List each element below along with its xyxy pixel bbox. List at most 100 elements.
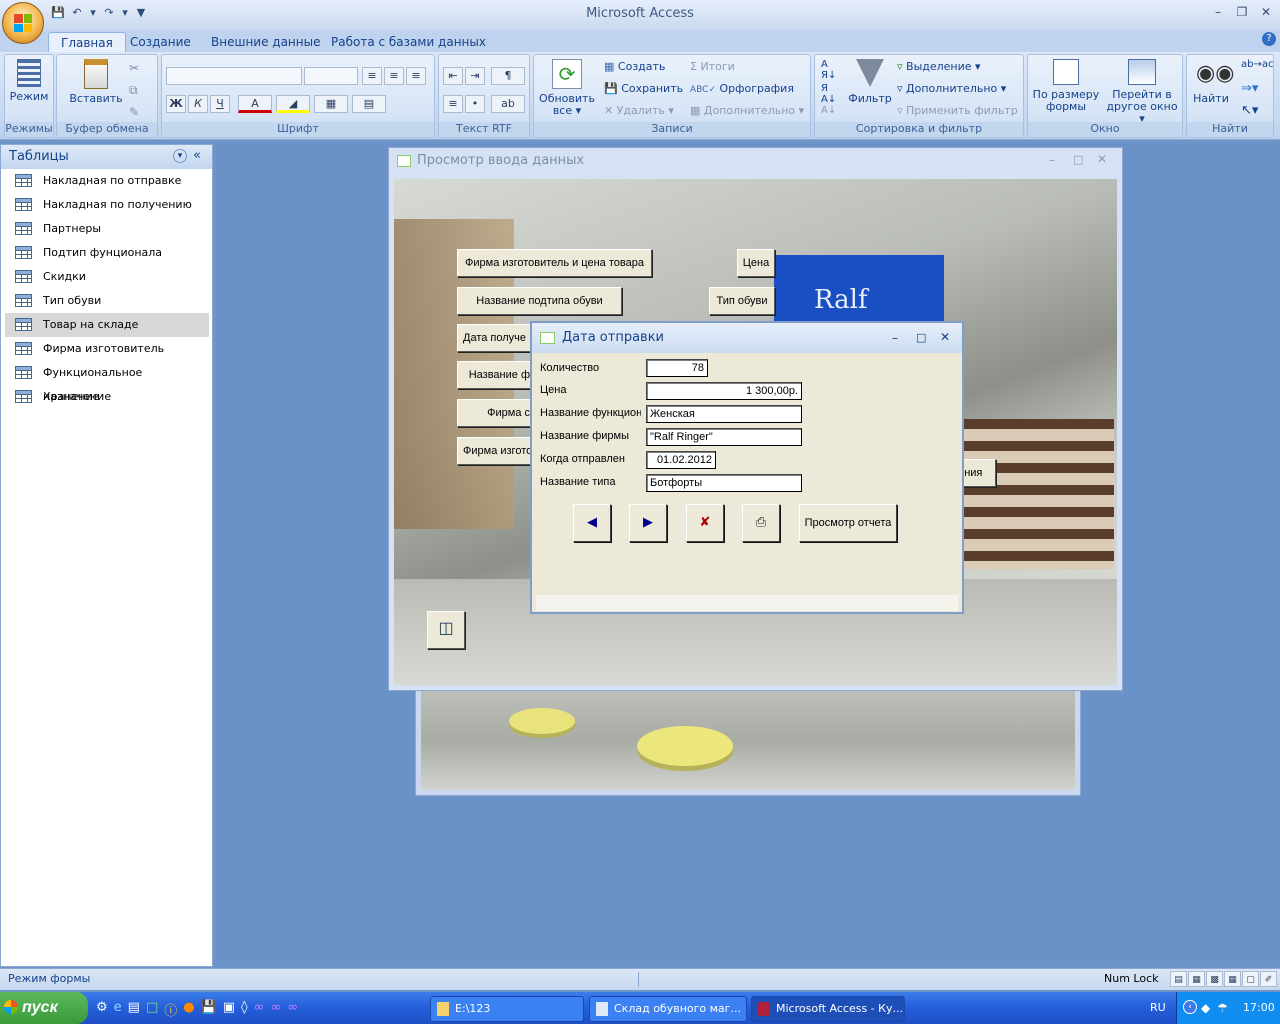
numbered-list-icon[interactable]: ≡ (443, 95, 463, 113)
app-icon[interactable]: □ (146, 1000, 158, 1019)
price-button[interactable]: Цена (737, 249, 775, 277)
nav-item-table[interactable]: Скидки (5, 265, 209, 289)
maximize-icon[interactable]: □ (1073, 153, 1083, 166)
italic-button[interactable]: К (188, 95, 208, 113)
paste-button[interactable]: Вставить (63, 59, 129, 105)
network-icon[interactable]: ◆ (1201, 992, 1210, 1024)
desktop-icon[interactable]: ▤ (128, 1000, 140, 1019)
nav-item-table-selected[interactable]: Товар на складе (5, 313, 209, 337)
clear-sort-icon[interactable]: A↓ (821, 105, 836, 116)
switch-window-button[interactable]: Перейти в другое окно ▾ (1102, 59, 1182, 125)
delete-record-button[interactable]: ✕ Удалить ▾ (604, 101, 674, 121)
decrease-indent-icon[interactable]: ⇤ (443, 67, 463, 85)
window-icon[interactable]: ▣ (223, 1000, 235, 1019)
sent-date-field[interactable]: 01.02.2012 (646, 451, 716, 469)
filter-button[interactable]: Фильтр (845, 59, 895, 105)
paragraph-icon[interactable]: ¶ (491, 67, 525, 85)
show-desktop-icon[interactable]: ⚙ (96, 1000, 108, 1019)
print-button[interactable]: ⎙ (742, 504, 780, 542)
sort-descending-icon[interactable]: Я A↓ (821, 83, 836, 105)
close-icon[interactable]: ✕ (1097, 152, 1107, 166)
gridlines-icon[interactable]: ▦ (314, 95, 348, 113)
selection-button[interactable]: ▿ Выделение ▾ (897, 57, 981, 77)
minimize-icon[interactable]: – (892, 331, 898, 345)
save-icon[interactable]: 💾 (50, 5, 66, 21)
apply-filter-button[interactable]: ▿ Применить фильтр (897, 101, 1018, 121)
firm-maker-button[interactable]: Фирма изгото (457, 437, 535, 465)
shipment-date-window[interactable]: Дата отправки – □ ✕ Количество 78 Цена 1… (530, 321, 964, 614)
report-preview-button[interactable]: Просмотр отчета (799, 504, 897, 542)
advanced-filter-button[interactable]: ▿ Дополнительно ▾ (897, 79, 1006, 99)
taskbar-item-folder[interactable]: E:\123 (430, 996, 584, 1022)
underline-button[interactable]: Ч (210, 95, 230, 113)
vs-icon[interactable]: ∞ (287, 1000, 298, 1019)
nav-item-table[interactable]: Хранение (5, 385, 209, 409)
bullet-list-icon[interactable]: • (465, 95, 485, 113)
nav-menu-icon[interactable]: ▾ (173, 149, 187, 163)
close-icon[interactable]: ✕ (1256, 5, 1276, 21)
maximize-icon[interactable]: □ (916, 331, 926, 344)
taskbar-item-store[interactable]: Склад обувного маг... (589, 996, 747, 1022)
previous-record-button[interactable]: ◀ (573, 504, 611, 542)
firm-button[interactable]: Фирма с (457, 399, 535, 427)
nav-item-table[interactable]: Партнеры (5, 217, 209, 241)
subtype-button[interactable]: Название подтипа обуви (457, 287, 622, 315)
sort-ascending-icon[interactable]: A Я↓ (821, 59, 836, 81)
nav-item-table[interactable]: Подтип фунционала (5, 241, 209, 265)
security-icon[interactable]: ☂ (1217, 992, 1228, 1024)
exit-button[interactable]: ◫ (427, 611, 465, 649)
find-button[interactable]: ◉◉ Найти (1189, 59, 1234, 105)
font-name-select[interactable] (166, 67, 302, 85)
delete-record-button[interactable]: ✘ (686, 504, 724, 542)
shoe-type-button[interactable]: Тип обуви (709, 287, 775, 315)
nav-item-table[interactable]: Функциональное назначение (5, 361, 209, 403)
fit-form-button[interactable]: По размеру формы (1030, 59, 1102, 113)
name-f-button[interactable]: Название ф (457, 361, 535, 389)
mode-button[interactable]: Режим (7, 59, 51, 103)
price-field[interactable]: 1 300,00р. (646, 382, 802, 400)
undo-icon[interactable]: ↶ (69, 5, 85, 21)
quantity-field[interactable]: 78 (646, 359, 708, 377)
nav-item-table[interactable]: Накладная по получению (5, 193, 209, 217)
align-center-icon[interactable]: ≡ (384, 67, 404, 85)
totals-button[interactable]: Σ Итоги (690, 57, 735, 77)
clock[interactable]: 17:00 (1243, 992, 1275, 1024)
ie-icon[interactable]: e (114, 1000, 122, 1019)
refresh-all-button[interactable]: ⟳ Обновить все ▾ (536, 59, 598, 117)
redo-icon[interactable]: ↷ (101, 5, 117, 21)
received-date-button[interactable]: Дата получе (457, 324, 535, 352)
font-size-select[interactable] (304, 67, 358, 85)
more-records-button[interactable]: ▦ Дополнительно ▾ (690, 101, 804, 121)
tab-database-tools[interactable]: Работа с базами данных (319, 32, 498, 52)
highlight-icon[interactable]: ab (491, 95, 525, 113)
font-color-button[interactable]: A (238, 95, 272, 113)
nav-item-table[interactable]: Тип обуви (5, 289, 209, 313)
undo-dropdown-icon[interactable]: ▾ (88, 5, 98, 21)
tab-home[interactable]: Главная (48, 32, 126, 52)
nav-item-table[interactable]: Накладная по отправке (5, 169, 209, 193)
increase-indent-icon[interactable]: ⇥ (465, 67, 485, 85)
cube-icon[interactable]: ◊ (241, 1000, 247, 1019)
spelling-button[interactable]: ABC✓ Орфография (690, 79, 794, 99)
office-button[interactable] (2, 2, 44, 44)
pivot-chart-icon[interactable]: ▦ (1224, 971, 1241, 987)
help-icon[interactable]: ? (1262, 32, 1276, 46)
next-record-button[interactable]: ▶ (629, 504, 667, 542)
info-icon[interactable]: ⓘ (164, 1000, 177, 1019)
design-view-icon[interactable]: ✐ (1260, 971, 1277, 987)
save-record-button[interactable]: 💾 Сохранить (604, 79, 683, 99)
fill-color-icon[interactable]: ◢ (276, 95, 310, 113)
vs-icon[interactable]: ∞ (270, 1000, 281, 1019)
language-indicator[interactable]: RU (1150, 992, 1166, 1024)
restore-icon[interactable]: ❐ (1232, 5, 1252, 21)
function-name-field[interactable]: Женская (646, 405, 802, 423)
redo-dropdown-icon[interactable]: ▾ (120, 5, 130, 21)
floppy-icon[interactable]: 💾 (201, 1000, 217, 1019)
layout-view-icon[interactable]: ▢ (1242, 971, 1259, 987)
minimize-icon[interactable]: – (1208, 5, 1228, 21)
start-button[interactable]: пуск (0, 992, 88, 1024)
taskbar-item-access[interactable]: Microsoft Access - Ку... (751, 996, 905, 1022)
chevron-left-icon[interactable]: ‹ (1183, 1000, 1197, 1014)
customize-icon[interactable]: ▼ (133, 5, 149, 21)
cut-icon[interactable]: ✂ (129, 61, 139, 75)
